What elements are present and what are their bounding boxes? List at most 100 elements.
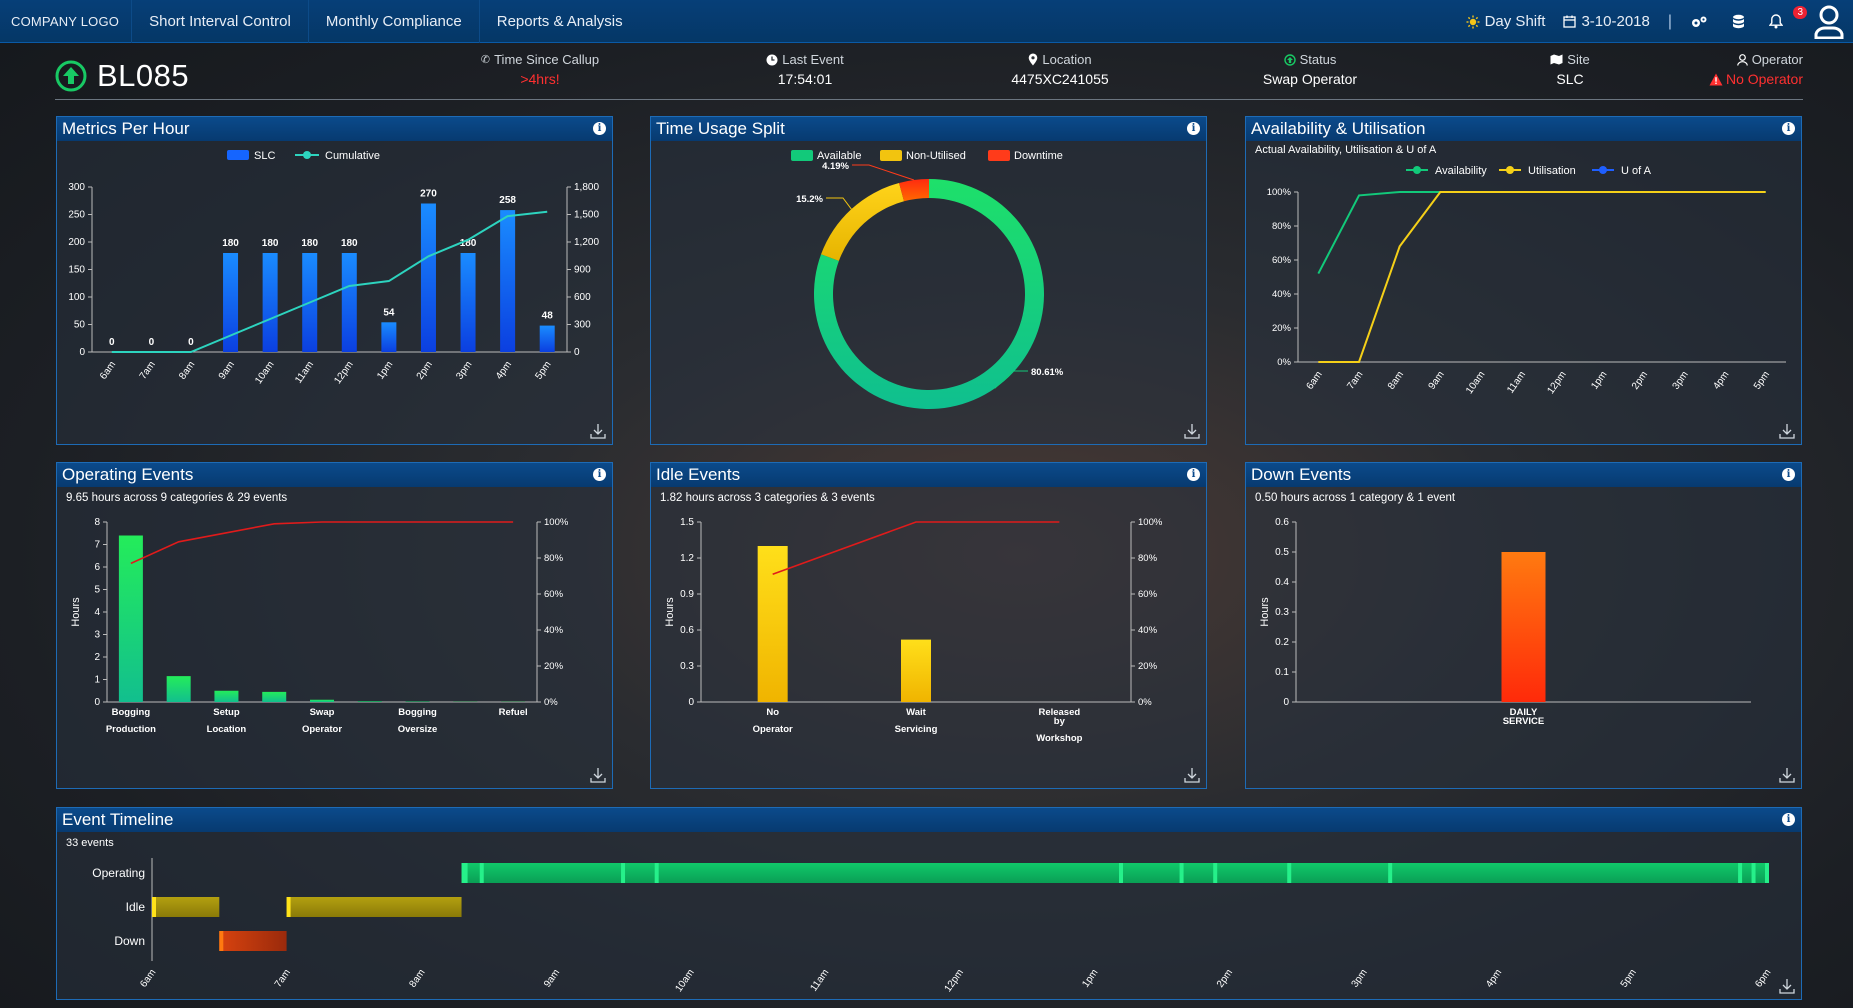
operating-event-marker (1119, 863, 1123, 883)
y-tick-label: 0.1 (1275, 667, 1289, 678)
info-icon[interactable]: i (1782, 122, 1795, 135)
slice-leader-line (852, 164, 915, 181)
last-event-field: Last Event 17:54:01 (735, 52, 875, 87)
sun-icon (1466, 15, 1480, 28)
settings-button[interactable] (1678, 15, 1720, 29)
nav-short-interval-control[interactable]: Short Interval Control (131, 0, 308, 43)
x-tick-label: No (766, 707, 779, 718)
panel-title: Time Usage Split (656, 119, 785, 138)
x-tick-label: 8am (407, 967, 427, 989)
y-tick-label: 8 (94, 517, 100, 528)
download-icon[interactable] (1778, 977, 1796, 995)
left-tick-label: 150 (68, 265, 85, 276)
left-tick-label: 300 (68, 182, 85, 193)
operating-events-chart: Hours0123456780%20%40%60%80%100%BoggingP… (70, 517, 569, 735)
shift-selector[interactable]: Day Shift (1454, 13, 1558, 30)
row-label: Operating (92, 866, 145, 880)
event-bar (357, 701, 382, 702)
bar-data-label: 0 (188, 337, 194, 348)
x-tick-label: 7am (138, 359, 158, 381)
x-tick-label: Wait (906, 707, 927, 718)
x-tick-label: 11am (293, 359, 316, 385)
x-tick-label: 4pm (494, 359, 514, 381)
x-tick-label: 2pm (415, 359, 435, 381)
operating-event-marker (654, 863, 659, 883)
legend-swatch-slc (227, 150, 249, 160)
right-tick-label: 1,500 (574, 210, 599, 221)
company-logo[interactable]: COMPANY LOGO (0, 14, 131, 29)
database-button[interactable] (1720, 14, 1757, 29)
x-tick-label: 5pm (533, 359, 553, 381)
event-bar (262, 691, 287, 702)
x-tick-label: 2pm (1630, 369, 1650, 391)
legend-label: Downtime (1014, 150, 1063, 162)
operating-event-marker (1287, 863, 1292, 883)
timeline-event-start-marker (286, 897, 291, 917)
y-tick-label: 4 (94, 607, 100, 618)
x-tick-label: 12pm (943, 967, 966, 994)
bar-slc (262, 253, 278, 352)
nav-reports-analysis[interactable]: Reports & Analysis (478, 0, 640, 43)
y-tick-label: 1 (94, 675, 100, 686)
operating-event-marker (1179, 863, 1184, 883)
notifications-button[interactable]: 3 (1757, 6, 1807, 29)
y-tick-label: 0.9 (680, 589, 694, 600)
date-selector[interactable]: 3-10-2018 (1557, 13, 1661, 30)
download-icon[interactable] (1778, 766, 1796, 784)
panel-subtitle: 33 events (66, 837, 114, 849)
download-icon[interactable] (589, 422, 607, 440)
download-icon[interactable] (1183, 422, 1201, 440)
legend-marker (1413, 166, 1421, 174)
y-tick-label: 0 (1283, 697, 1289, 708)
last-event-value: 17:54:01 (777, 71, 833, 87)
user-profile-button[interactable] (1805, 0, 1853, 43)
location-value: 4475XC241055 (1011, 71, 1109, 87)
x-tick-label: 1pm (1589, 369, 1609, 391)
x-tick-label: Swap (310, 707, 335, 718)
x-tick-label: Location (207, 724, 247, 735)
y2-tick-label: 60% (544, 589, 564, 600)
y-tick-label: 1.5 (680, 517, 694, 528)
y-tick-label: 0.5 (1275, 547, 1289, 558)
x-tick-label: 5pm (1619, 967, 1639, 989)
location-pin-icon (1029, 53, 1038, 66)
database-icon (1733, 14, 1744, 29)
bar-slc (539, 325, 555, 352)
person-icon (1736, 53, 1748, 66)
bar-slc (420, 203, 436, 352)
y-tick-label: 7 (94, 540, 100, 551)
left-tick-label: 0 (79, 347, 85, 358)
x-tick-label: 2pm (1215, 967, 1235, 989)
down-events-chart: Hours00.10.20.30.40.50.6DAILYSERVICE (1259, 517, 1751, 727)
info-icon[interactable]: i (1782, 813, 1795, 826)
x-tick-label: Production (106, 724, 156, 735)
panel-subtitle: Actual Availability, Utilisation & U of … (1255, 144, 1437, 156)
x-tick-label: 9am (1427, 369, 1447, 391)
x-tick-label: Bogging (112, 707, 151, 718)
download-icon[interactable] (1183, 766, 1201, 784)
info-icon[interactable]: i (1187, 122, 1200, 135)
download-icon[interactable] (589, 766, 607, 784)
time-since-callup-value: >4hrs! (520, 71, 560, 87)
info-icon[interactable]: i (593, 468, 606, 481)
status-value: Swap Operator (1262, 71, 1358, 87)
left-tick-label: 50 (74, 320, 86, 331)
nav-monthly-compliance[interactable]: Monthly Compliance (307, 0, 479, 43)
event-bar (166, 676, 191, 702)
x-tick-label: 10am (253, 359, 276, 386)
y-tick-label: 20% (1272, 323, 1292, 334)
bar-data-label: 180 (301, 238, 318, 249)
right-tick-label: 600 (574, 292, 591, 303)
info-icon[interactable]: i (593, 122, 606, 135)
bar-data-label: 180 (222, 238, 239, 249)
calendar-icon (1563, 15, 1577, 28)
y-tick-label: 0.6 (1275, 517, 1289, 528)
download-icon[interactable] (1778, 422, 1796, 440)
legend-marker (1506, 166, 1514, 174)
info-icon[interactable]: i (1187, 468, 1200, 481)
y-tick-label: 40% (1272, 289, 1292, 300)
x-tick-label: 4pm (1484, 967, 1504, 989)
info-icon[interactable]: i (1782, 468, 1795, 481)
right-tick-label: 1,200 (574, 237, 599, 248)
legend-swatch (880, 150, 902, 161)
